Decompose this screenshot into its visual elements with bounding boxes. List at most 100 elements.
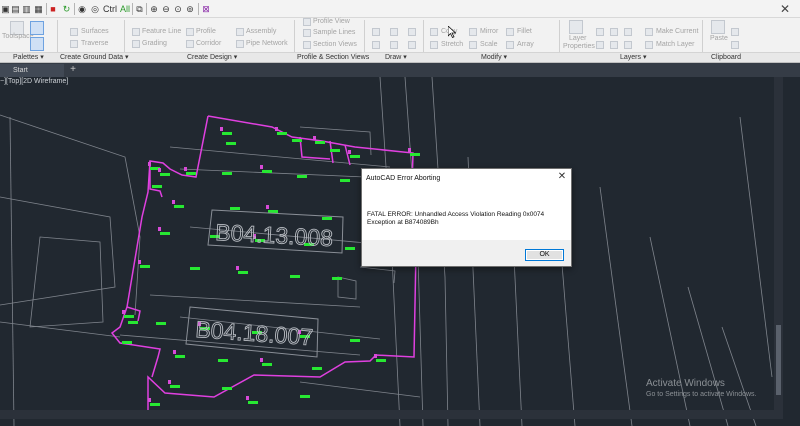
zoom-out-icon[interactable]: ⊖ (161, 3, 171, 15)
mouse-pointer-icon (448, 26, 456, 38)
ok-button[interactable]: OK (525, 249, 564, 261)
grading-button[interactable]: Grading (142, 39, 167, 48)
parcel-label-2[interactable]: B04.18.007 (194, 316, 314, 351)
scale-button[interactable]: Scale (480, 40, 498, 49)
profile-icon[interactable] (186, 28, 194, 36)
panel-create-ground-data[interactable]: Create Ground Data ▾ (60, 53, 129, 63)
section-views-icon[interactable] (303, 41, 311, 49)
panel-palettes[interactable]: Palettes ▾ (13, 53, 44, 63)
layer-properties-button[interactable]: Properties (563, 42, 595, 51)
circle-icon[interactable] (390, 28, 398, 36)
scale-icon[interactable] (469, 41, 477, 49)
layer-tool-3-icon[interactable] (624, 28, 632, 36)
new-file-icon[interactable]: ▣ (1, 3, 10, 15)
surfaces-icon[interactable] (70, 28, 78, 36)
corridor-button[interactable]: Corridor (196, 39, 221, 48)
corridor-icon[interactable] (186, 40, 194, 48)
save-icon[interactable]: ▤ (11, 3, 20, 15)
horizontal-scrollbar[interactable] (0, 410, 783, 419)
zoom-in-icon[interactable]: ⊕ (149, 3, 159, 15)
profile-view-icon[interactable] (303, 18, 311, 26)
hatch-icon[interactable] (390, 41, 398, 49)
activate-windows-watermark: Activate Windows Go to Settings to activ… (646, 378, 757, 400)
grid-icon[interactable]: ⊠ (201, 3, 211, 15)
array-icon[interactable] (506, 41, 514, 49)
panel-layers[interactable]: Layers ▾ (620, 53, 646, 63)
mirror-icon[interactable] (469, 28, 477, 36)
refresh-icon[interactable]: ↻ (62, 3, 71, 15)
stop-icon[interactable]: ■ (49, 3, 57, 15)
pipe-network-icon[interactable] (236, 40, 244, 48)
tab-start[interactable]: Start (0, 64, 64, 77)
layer-tool-5-icon[interactable] (610, 41, 618, 49)
all-button[interactable]: All (119, 3, 131, 15)
sample-lines-button[interactable]: Sample Lines (313, 28, 355, 37)
feature-line-button[interactable]: Feature Line (142, 27, 181, 36)
polyline-icon[interactable] (372, 28, 380, 36)
section-views-button[interactable]: Section Views (313, 40, 357, 49)
layer-properties-icon[interactable] (569, 20, 583, 34)
layer-tool-1-icon[interactable] (596, 28, 604, 36)
copy-icon[interactable]: ⧉ (135, 3, 144, 15)
zoom-extents-icon[interactable]: ⊚ (185, 3, 195, 15)
paste-button[interactable]: Paste (710, 34, 728, 43)
mirror-button[interactable]: Mirror (480, 27, 498, 36)
feature-line-icon[interactable] (132, 28, 140, 36)
make-current-button[interactable]: Make Current (656, 27, 698, 36)
text-icon[interactable] (408, 41, 416, 49)
ribbon-panel-bar: Palettes ▾ Create Ground Data ▾ Create D… (0, 52, 800, 63)
eye-icon[interactable]: ◉ (77, 3, 87, 15)
paste-icon[interactable] (711, 20, 725, 34)
error-dialog: AutoCAD Error Aborting ✕ FATAL ERROR: Un… (361, 168, 572, 267)
watermark-subtitle: Go to Settings to activate Windows. (646, 391, 757, 398)
file-tab-bar: Start + (0, 63, 800, 77)
print-icon[interactable]: ▦ (34, 3, 43, 15)
vertical-scroll-thumb[interactable] (776, 325, 781, 395)
panel-draw[interactable]: Draw ▾ (385, 53, 407, 63)
arc-icon[interactable] (372, 41, 380, 49)
close-icon[interactable]: ✕ (555, 170, 569, 184)
palette-grid-icon[interactable] (30, 21, 44, 35)
assembly-icon[interactable] (236, 28, 244, 36)
quick-access-toolbar: ▣ ▤ ▥ ▦ ■ ↻ ◉ ◎ Ctrl All ⧉ ⊕ ⊖ ⊙ ⊚ ⊠ ✕ (0, 0, 800, 18)
grading-icon[interactable] (132, 40, 140, 48)
assembly-button[interactable]: Assembly (246, 27, 276, 36)
palette-list-icon[interactable] (30, 37, 44, 51)
viewport-controls-label[interactable]: −][Top][2D Wireframe] (0, 78, 68, 85)
new-tab-button[interactable]: + (67, 64, 79, 76)
match-layer-button[interactable]: Match Layer (656, 40, 695, 49)
profile-view-button[interactable]: Profile View (313, 17, 350, 26)
fillet-icon[interactable] (506, 28, 514, 36)
pipe-network-button[interactable]: Pipe Network (246, 39, 288, 48)
hide-icon[interactable]: ◎ (90, 3, 100, 15)
move-icon[interactable] (430, 28, 438, 36)
panel-profile-section-views[interactable]: Profile & Section Views (297, 53, 369, 63)
layer-tool-4-icon[interactable] (596, 41, 604, 49)
layer-tool-2-icon[interactable] (610, 28, 618, 36)
traverse-icon[interactable] (70, 40, 78, 48)
match-layer-icon[interactable] (645, 41, 653, 49)
panel-modify[interactable]: Modify ▾ (481, 53, 507, 63)
stretch-button[interactable]: Stretch (441, 40, 463, 49)
zoom-window-icon[interactable]: ⊙ (173, 3, 183, 15)
layer-tool-6-icon[interactable] (624, 41, 632, 49)
fillet-button[interactable]: Fillet (517, 27, 532, 36)
copy-clip-icon[interactable] (731, 41, 739, 49)
traverse-button[interactable]: Traverse (81, 39, 108, 48)
rectangle-icon[interactable] (408, 28, 416, 36)
make-current-icon[interactable] (645, 28, 653, 36)
window-close-icon[interactable]: ✕ (770, 0, 800, 18)
cut-icon[interactable] (731, 28, 739, 36)
stretch-icon[interactable] (430, 41, 438, 49)
sample-lines-icon[interactable] (303, 29, 311, 37)
ctrl-button[interactable]: Ctrl (103, 3, 117, 15)
panel-create-design[interactable]: Create Design ▾ (187, 53, 237, 63)
toolspace-button[interactable]: Toolspace (2, 32, 34, 41)
open-icon[interactable]: ▥ (22, 3, 31, 15)
surfaces-button[interactable]: Surfaces (81, 27, 109, 36)
dialog-footer: OK (362, 240, 571, 266)
panel-clipboard[interactable]: Clipboard (711, 53, 741, 63)
array-button[interactable]: Array (517, 40, 534, 49)
dialog-title: AutoCAD Error Aborting (366, 175, 441, 182)
profile-button[interactable]: Profile (196, 27, 216, 36)
